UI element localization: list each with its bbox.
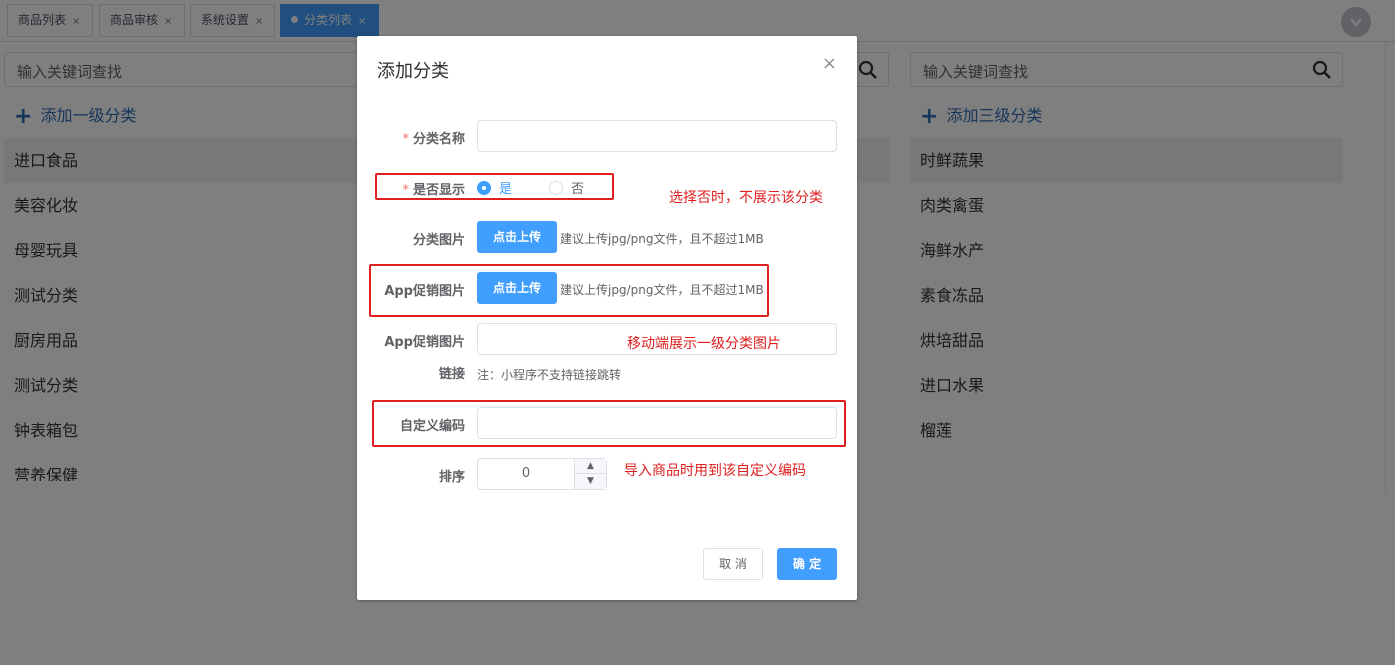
annotation-code-note: 导入商品时用到该自定义编码 xyxy=(624,463,806,479)
cancel-button[interactable]: 取 消 xyxy=(703,548,763,580)
annotation-box-show xyxy=(375,173,614,200)
annotation-app-image-note: 移动端展示一级分类图片 xyxy=(627,336,781,352)
app-link-label-line2: 链接 xyxy=(438,367,465,382)
name-label-text: 分类名称 xyxy=(412,132,465,147)
sort-value[interactable]: 0 xyxy=(478,459,574,489)
name-label: * 分类名称 xyxy=(402,128,465,147)
sort-stepper[interactable]: 0 ▲ ▼ xyxy=(477,458,607,490)
chevron-down-icon[interactable]: ▼ xyxy=(575,474,606,489)
annotation-box-app-image xyxy=(369,264,769,317)
image-label: 分类图片 xyxy=(412,233,465,248)
confirm-button[interactable]: 确 定 xyxy=(777,548,837,580)
chevron-up-icon[interactable]: ▲ xyxy=(575,459,606,474)
stepper-arrows: ▲ ▼ xyxy=(574,459,606,489)
app-link-label: App促销图片 xyxy=(384,335,465,350)
category-name-input[interactable] xyxy=(477,120,837,152)
upload-hint: 建议上传jpg/png文件，且不超过1MB xyxy=(560,232,764,246)
sort-label: 排序 xyxy=(438,470,465,485)
annotation-box-code xyxy=(372,400,846,447)
dialog-title: 添加分类 xyxy=(377,61,449,82)
app-link-note: 注：小程序不支持链接跳转 xyxy=(477,368,622,382)
close-icon[interactable]: × xyxy=(822,53,837,74)
add-category-dialog: 添加分类 × * 分类名称 * 是否显示 是 否 分类图片 点击上传 建议上传jpg… xyxy=(357,36,857,600)
required-mark: * xyxy=(402,132,409,147)
annotation-show-note: 选择否时，不展示该分类 xyxy=(669,190,823,206)
upload-image-button[interactable]: 点击上传 xyxy=(477,221,557,253)
